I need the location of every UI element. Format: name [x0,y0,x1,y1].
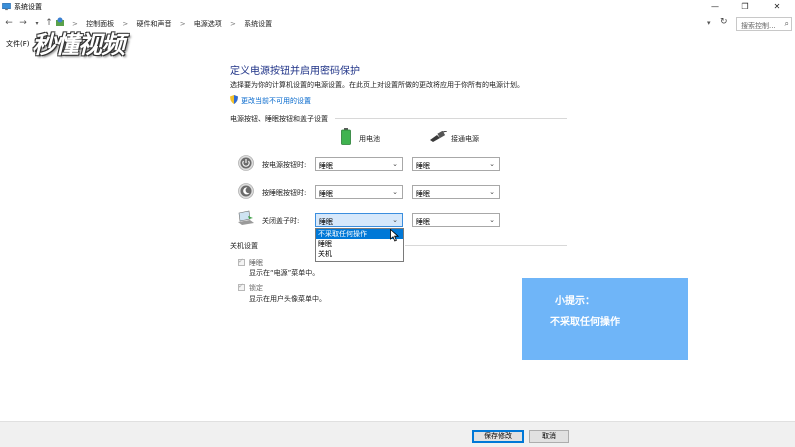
battery-icon [341,128,351,145]
chevron-down-icon: ⌄ [489,216,495,224]
lid-close-battery-select[interactable]: 睡眠 ⌄ [315,213,403,227]
back-arrow-icon[interactable]: ← [3,18,15,28]
sleep-checkbox[interactable] [238,257,245,266]
tip-overlay: 小提示： 不采取任何操作 [522,278,688,360]
select-value: 睡眠 [416,190,430,198]
search-placeholder: 搜索控制... [741,22,776,30]
sleep-checkbox-desc: 显示在“电源”菜单中。 [249,269,320,277]
select-value: 睡眠 [416,218,430,226]
save-button[interactable]: 保存修改 [472,430,524,443]
address-dropdown-icon[interactable]: ▾ [707,19,711,27]
lid-close-plugged-select[interactable]: 睡眠 ⌄ [412,213,500,227]
lock-checkbox-desc: 显示在用户头像菜单中。 [249,295,326,303]
lock-checkbox[interactable] [238,282,245,291]
select-value: 睡眠 [319,162,333,170]
page-description: 选择要为你的计算机设置的电源设置。在此页上对设置所做的更改将应用于你所有的电源计… [230,81,524,89]
chevron-down-icon: ⌄ [392,188,398,196]
row-sleep-button-label: 按睡眠按钮时: [262,189,307,197]
chevron-down-icon: ⌄ [392,216,398,224]
tip-title: 小提示： [555,296,595,307]
change-unavailable-settings-link[interactable]: 更改当前不可用的设置 [241,96,311,106]
chevron-down-icon: ⌄ [392,160,398,168]
menu-file[interactable]: 文件(F) [6,39,30,49]
forward-arrow-icon[interactable]: → [17,18,29,28]
laptop-lid-icon [238,210,254,225]
section-divider [335,118,567,119]
power-button-plugged-select[interactable]: 睡眠 ⌄ [412,157,500,171]
breadcrumb-separator: > [179,20,186,28]
dropdown-option-shutdown[interactable]: 关机 [316,249,403,259]
power-plug-icon [430,131,447,142]
window-title: 系统设置 [14,3,42,11]
row-power-button-label: 按电源按钮时: [262,161,307,169]
maximize-button[interactable]: ❐ [730,0,760,14]
power-section-title: 电源按钮、睡眠按钮和盖子设置 [230,115,328,123]
row-lid-close-label: 关闭盖子时: [262,217,300,225]
breadcrumb-separator: > [230,20,236,28]
system-settings-icon [2,3,11,11]
minimize-button[interactable]: — [700,0,730,14]
chevron-down-icon: ⌄ [489,160,495,168]
sleep-button-battery-select[interactable]: 睡眠 ⌄ [315,185,403,199]
sleep-checkbox-label: 睡眠 [249,259,263,267]
select-value: 睡眠 [319,190,333,198]
sleep-button-icon [238,183,254,199]
footer-bar: 保存修改 取消 [0,421,795,447]
chevron-down-icon: ⌄ [489,188,495,196]
column-plugged-label: 接通电源 [451,135,479,143]
breadcrumb-hardware-sound[interactable]: 硬件和声音 [136,20,171,28]
shield-icon [230,95,238,104]
select-value: 睡眠 [319,218,333,226]
power-button-battery-select[interactable]: 睡眠 ⌄ [315,157,403,171]
title-bar: 系统设置 — ❐ ✕ [0,0,795,14]
cancel-button[interactable]: 取消 [529,430,569,443]
sleep-button-plugged-select[interactable]: 睡眠 ⌄ [412,185,500,199]
column-battery-label: 用电池 [359,135,380,143]
search-icon: ⌕ [784,19,789,28]
shutdown-section-title: 关机设置 [230,242,258,250]
lock-checkbox-label: 锁定 [249,284,263,292]
section-divider [405,245,567,246]
watermark-logo: 秒懂视频 [32,30,125,59]
power-button-icon [238,155,254,171]
page-title: 定义电源按钮并启用密码保护 [230,66,360,77]
select-value: 睡眠 [416,162,430,170]
tip-body: 不采取任何操作 [550,317,620,328]
mouse-cursor-icon [390,229,399,242]
refresh-icon[interactable]: ↻ [720,17,728,27]
close-button[interactable]: ✕ [762,0,792,14]
search-input[interactable]: 搜索控制... ⌕ [736,17,792,31]
breadcrumb-system-settings[interactable]: 系统设置 [244,20,272,28]
breadcrumb-power-options[interactable]: 电源选项 [194,20,222,28]
